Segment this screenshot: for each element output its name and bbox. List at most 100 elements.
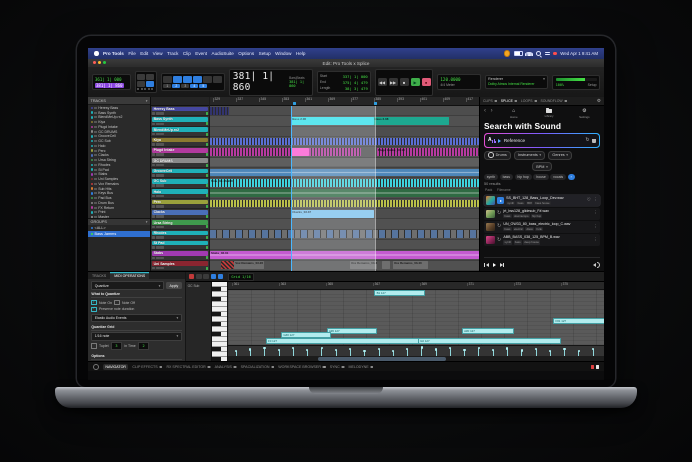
track-mute-button[interactable]	[160, 267, 163, 270]
track-header[interactable]: BlendMeUp.rx2	[151, 127, 209, 137]
track-record-enable-button[interactable]	[152, 205, 155, 208]
kebab-menu-icon[interactable]: ⋮	[593, 211, 598, 216]
track-mute-button[interactable]	[160, 226, 163, 229]
window-tab-clip-effects[interactable]: CLIP EFFECTS	[132, 365, 162, 369]
track-record-enable-button[interactable]	[152, 267, 155, 270]
refresh-icon[interactable]: ↻	[585, 138, 589, 143]
track-header[interactable]: Uni Samples	[151, 261, 209, 271]
result-tag[interactable]: disco	[525, 227, 534, 231]
zoom-preset-4[interactable]: 4	[190, 84, 198, 89]
track-lane[interactable]	[210, 189, 479, 199]
midi-note-grid[interactable]: B1 127F#1 127A#0 127G#0 127A#0 127F0 127…	[228, 290, 604, 345]
window-tab-melodyne[interactable]: MELODYNE	[349, 365, 374, 369]
tracks-sidebar-menu-icon[interactable]: ▾	[146, 99, 148, 103]
audio-clip[interactable]	[210, 158, 479, 166]
result-tag[interactable]: hip hop	[531, 214, 543, 218]
trim-tool-icon[interactable]	[196, 274, 201, 279]
audio-clip[interactable]	[210, 189, 479, 197]
track-mute-button[interactable]	[160, 153, 163, 156]
window-tab-workspace-browser[interactable]: WORKSPACE BROWSER	[278, 365, 325, 369]
filter-chip-drums[interactable]: Drums	[484, 151, 511, 160]
midi-note[interactable]: A#0 127	[462, 328, 514, 334]
track-header[interactable]: St Pad	[151, 240, 209, 250]
track-mute-button[interactable]	[160, 205, 163, 208]
audio-clip[interactable]: Vox Remains_03.26	[234, 261, 264, 269]
panel-toggle-icon[interactable]	[159, 366, 163, 369]
track-solo-button[interactable]	[156, 143, 159, 146]
panel-toggle-icon[interactable]	[564, 100, 568, 103]
back-icon[interactable]: ‹	[484, 108, 488, 114]
tag-chip-house[interactable]: house	[533, 174, 548, 180]
panel-tab-tracks[interactable]: TRACKS	[88, 272, 110, 279]
track-lane[interactable]: Clacks_03.37	[210, 209, 479, 219]
heart-icon[interactable]: ♡	[587, 198, 591, 203]
velocity-stem[interactable]	[407, 349, 408, 356]
tuplet-checkbox[interactable]	[91, 343, 96, 348]
tuplet-value-field[interactable]: 3	[111, 342, 122, 349]
audio-clip[interactable]	[210, 230, 479, 238]
tag-chip-synth[interactable]: synth	[484, 174, 498, 180]
preserve-duration-checkbox[interactable]	[91, 307, 96, 312]
tempo-value[interactable]: 120.0000	[440, 77, 477, 82]
zoom-button[interactable]	[103, 61, 106, 64]
velocity-stem[interactable]	[450, 348, 451, 356]
loop-icon[interactable]: ↻	[497, 211, 501, 216]
track-record-enable-button[interactable]	[152, 236, 155, 239]
panel-toggle-icon[interactable]	[322, 366, 326, 369]
track-header[interactable]: Rhodes	[151, 230, 209, 240]
pencil-tool-button[interactable]	[213, 76, 222, 83]
forward-icon[interactable]: ›	[491, 108, 495, 114]
track-solo-button[interactable]	[156, 195, 159, 198]
audio-clip[interactable]	[382, 261, 390, 269]
stop-button[interactable]: ■	[400, 78, 409, 86]
audio-clip[interactable]: Bass 2.08	[374, 117, 449, 125]
piano-keyboard[interactable]	[212, 282, 228, 362]
tag-chip-bass[interactable]: bass	[500, 174, 513, 180]
note-on-checkbox[interactable]	[91, 300, 96, 305]
menu-help[interactable]: Help	[296, 51, 305, 56]
track-mute-button[interactable]	[160, 174, 163, 177]
track-mute-button[interactable]	[160, 133, 163, 136]
dock-settings-gear-icon[interactable]: ⚙	[597, 98, 601, 104]
track-solo-button[interactable]	[156, 226, 159, 229]
track-lane[interactable]	[210, 127, 479, 137]
result-tag[interactable]: 808	[526, 201, 533, 205]
track-record-enable-button[interactable]	[152, 257, 155, 260]
track-lane[interactable]	[210, 168, 479, 178]
audio-clip[interactable]: Vox Remains_03.40	[393, 261, 428, 269]
midi-note[interactable]: A#0 127	[327, 328, 377, 334]
recording-indicator-icon[interactable]	[553, 52, 557, 56]
search-with-sound-input[interactable]: A Reference ↻	[484, 133, 600, 148]
dock-tab-clips[interactable]: CLIPS	[483, 99, 497, 103]
window-tab-spacialization[interactable]: SPACIALIZATION	[241, 365, 275, 369]
bars-beats-ruler[interactable]: 329337345353361369377385393401409417	[210, 97, 479, 106]
track-mute-button[interactable]	[160, 246, 163, 249]
midi-lane-header[interactable]: GC Sub	[186, 282, 212, 362]
trim-tool-button[interactable]	[173, 76, 182, 83]
selector-tool-button[interactable]	[183, 76, 192, 83]
kebab-menu-icon[interactable]: ⋮	[593, 225, 598, 230]
memory-marker-icon[interactable]	[374, 102, 377, 105]
menu-edit[interactable]: Edit	[140, 51, 148, 56]
velocity-stem[interactable]	[593, 349, 594, 356]
audio-clip[interactable]: Sine_02-16-BID	[210, 179, 479, 187]
menu-setup[interactable]: Setup	[259, 51, 271, 56]
track-header[interactable]: Perc	[151, 199, 209, 209]
track-lane[interactable]	[210, 137, 479, 147]
audio-clip[interactable]	[210, 148, 361, 156]
panel-toggle-icon[interactable]	[514, 100, 518, 103]
zoom-preset-2[interactable]: 2	[172, 84, 180, 89]
tags-more-button[interactable]: ›	[568, 174, 575, 180]
track-mute-button[interactable]	[160, 184, 163, 187]
track-mute-button[interactable]	[160, 143, 163, 146]
reference-play-icon[interactable]	[498, 139, 501, 143]
menu-clip[interactable]: Clip	[183, 51, 191, 56]
track-lane[interactable]	[210, 199, 479, 209]
audio-clip[interactable]	[291, 148, 308, 156]
result-row[interactable]: ↻ABB_BASS_038_125_BPM_B.wavsynthbassdeep…	[484, 234, 600, 246]
monitor-setup-label[interactable]: Setup	[588, 83, 597, 87]
result-tag[interactable]: synth	[503, 240, 512, 244]
track-lane[interactable]	[210, 240, 479, 250]
audio-clip[interactable]: Vox Remains_03.38	[350, 261, 377, 269]
track-header[interactable]: Kiya	[151, 137, 209, 147]
